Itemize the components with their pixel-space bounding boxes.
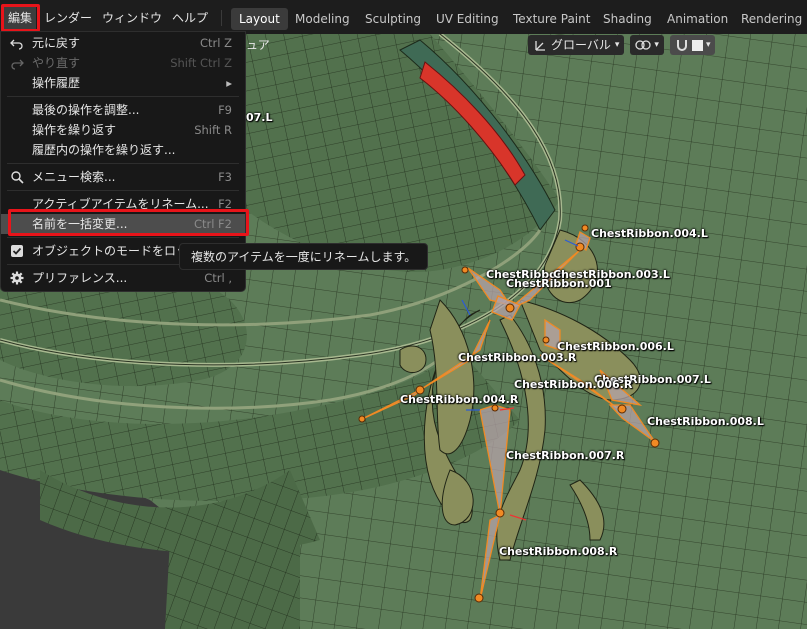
viewport-header-tools: グローバル ▾ ▾ ▾ [528,34,716,56]
menu-item-adjust-last[interactable]: 最後の操作を調整... F9 [1,100,245,120]
submenu-arrow-icon: ▸ [226,76,232,90]
bone-label: ChestRibbon.006.R [514,378,633,391]
menu-item-shortcut: Ctrl Z [200,36,232,50]
menu-item-shortcut: Shift R [194,123,232,137]
tab-uv-editing[interactable]: UV Editing [428,8,507,30]
menu-item-label: プリファレンス... [32,271,128,285]
menu-separator [221,10,222,26]
menu-item-shortcut: F9 [218,103,232,117]
menu-item-label: オブジェクトのモードをロック [32,244,201,258]
bone-label: ChestRibbon.004.R [400,393,519,406]
menu-item-shortcut: Shift Ctrl Z [170,56,232,70]
magnet-icon [676,40,687,51]
bone-label: ChestRibbon.003.R [458,351,577,364]
batch-rename-tooltip: 複数のアイテムを一度にリネームします。 [179,243,429,270]
axis-icon [535,41,545,51]
chevron-down-icon: ▾ [705,40,711,50]
menu-divider [7,237,239,238]
menu-divider [7,190,239,191]
menu-item-menu-search[interactable]: メニュー検索... F3 [1,167,245,187]
menu-divider [7,96,239,97]
bone-label: ChestRibbon.004.L [591,227,708,240]
chevron-down-icon: ▾ [614,40,620,50]
white-square-icon [691,39,703,51]
menu-item-undo[interactable]: 元に戻す Ctrl Z [1,33,245,53]
menu-window[interactable]: ウィンドウ [98,7,166,29]
top-bar: 編集 レンダー ウィンドウ ヘルプ Layout Modeling Sculpt… [0,0,807,34]
menu-item-label: やり直す [32,56,81,70]
pivot-dropdown[interactable]: ▾ [630,35,664,55]
tab-modeling[interactable]: Modeling [287,8,358,30]
redo-icon [11,59,24,70]
menu-item-undo-history[interactable]: 操作履歴 ▸ [1,73,245,93]
chevron-down-icon: ▾ [654,40,659,50]
bone-label: ChestRibbon.008.R [499,545,618,558]
checkbox-icon [11,245,23,257]
bone-label: ChestRibbon.007.R [506,449,625,462]
partial-overlay-label: 07.L [246,111,273,124]
undo-icon [10,39,23,50]
menu-item-label: 最後の操作を調整... [32,103,140,117]
menu-item-label: 操作履歴 [32,76,81,90]
menu-help[interactable]: ヘルプ [168,7,212,29]
link-icon [635,40,652,50]
tab-shading[interactable]: Shading [595,8,660,30]
menu-item-label: 操作を繰り返す [32,123,117,137]
bone-label: ChestRibbon.008.L [647,415,764,428]
menu-divider [7,163,239,164]
menu-item-repeat-last[interactable]: 操作を繰り返す Shift R [1,120,245,140]
menu-item-label: 元に戻す [32,36,81,50]
transform-orientation-label: グローバル [551,38,611,52]
tab-rendering[interactable]: Rendering [733,8,807,30]
bone-label: ChestRibbon.001 [506,277,612,290]
viewport-menu-partial[interactable]: ュア [246,36,270,53]
menu-item-shortcut: F3 [218,170,232,184]
search-icon [11,171,24,184]
tab-sculpting[interactable]: Sculpting [357,8,429,30]
menu-item-preferences[interactable]: プリファレンス... Ctrl , [1,268,245,288]
menu-item-redo[interactable]: やり直す Shift Ctrl Z [1,53,245,73]
menu-render[interactable]: レンダー [40,7,96,29]
transform-orientation-dropdown[interactable]: グローバル ▾ [528,35,625,55]
tab-layout[interactable]: Layout [231,8,288,30]
menu-item-shortcut: Ctrl , [204,271,232,285]
highlight-box-batch-rename [8,209,249,236]
snap-toggle[interactable]: ▾ [669,35,716,55]
gear-icon [10,271,24,285]
menu-item-repeat-history[interactable]: 履歴内の操作を繰り返す... [1,140,245,160]
tab-animation[interactable]: Animation [659,8,736,30]
menu-item-label: メニュー検索... [32,170,116,184]
menu-item-label: 履歴内の操作を繰り返す... [32,143,176,157]
tab-texture-paint[interactable]: Texture Paint [505,8,598,30]
highlight-box-edit-menu [1,4,40,32]
